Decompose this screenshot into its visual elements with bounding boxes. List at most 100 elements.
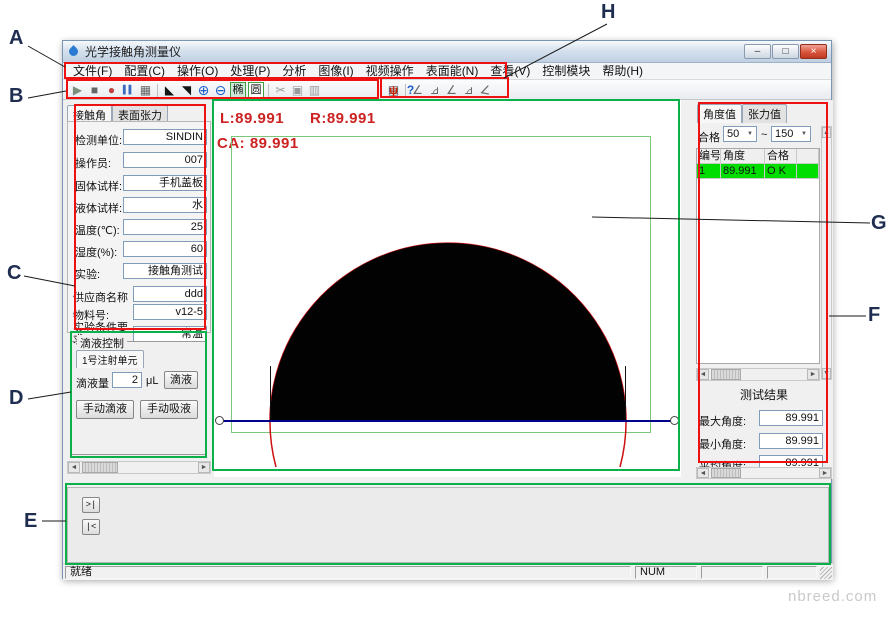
cut-icon[interactable]: ✂ xyxy=(272,82,289,98)
tab-injection-unit-1[interactable]: 1号注射单元 xyxy=(76,350,144,368)
zoom-in-icon[interactable]: ⊕ xyxy=(195,82,212,98)
menu-operate[interactable]: 操作(O) xyxy=(171,63,224,79)
table-hscrollbar[interactable]: ◄ ► xyxy=(696,368,820,381)
angle-table[interactable]: 编号 角度 合格 1 89.991 O K xyxy=(696,148,820,364)
results-panel: 角度值 张力值 合格 50 ▼ ~ 150 ▼ 编号 角度 合格 xyxy=(695,100,833,479)
table-row[interactable]: 1 89.991 O K xyxy=(697,164,819,179)
scroll-right-icon[interactable]: ► xyxy=(819,468,831,478)
tab-tension-value[interactable]: 张力值 xyxy=(742,104,787,123)
max-angle-value[interactable]: 89.991 xyxy=(759,410,823,426)
close-button[interactable]: × xyxy=(800,44,827,59)
left-panel-hscrollbar[interactable]: ◄ ► xyxy=(67,461,211,474)
scroll-right-icon[interactable]: ► xyxy=(198,462,210,473)
annotation-line-a xyxy=(28,46,65,67)
baseline-handle-right[interactable] xyxy=(670,416,679,425)
material-no-input[interactable]: v12-5 xyxy=(133,304,207,320)
menu-file[interactable]: 文件(F) xyxy=(67,63,118,79)
contact-point-tick-left xyxy=(270,366,271,421)
menu-process[interactable]: 处理(P) xyxy=(224,63,276,79)
condition-input[interactable]: 常温 xyxy=(133,326,207,342)
paste-icon[interactable]: ▥ xyxy=(306,82,323,98)
menu-view[interactable]: 查看(V) xyxy=(484,63,536,79)
zoom-out-icon[interactable]: ⊖ xyxy=(212,82,229,98)
watermark: nbreed.com xyxy=(788,588,877,605)
stop-icon[interactable]: ■ xyxy=(86,82,103,98)
angle-tool-icon-3[interactable]: ∠ xyxy=(443,82,460,98)
drip-volume-input[interactable]: 2 xyxy=(112,372,142,388)
ellipse-fit-button[interactable]: 椭 xyxy=(230,82,246,98)
material-no-label: 物料号: xyxy=(73,307,109,323)
solid-sample-input[interactable]: 手机盖板 xyxy=(123,175,207,191)
manual-hand-icon[interactable]: ψ xyxy=(385,82,402,98)
menu-image[interactable]: 图像(I) xyxy=(312,63,359,79)
menu-help[interactable]: 帮助(H) xyxy=(596,63,649,79)
results-hscrollbar[interactable]: ◄ ► xyxy=(696,467,832,479)
menu-control-module[interactable]: 控制模块 xyxy=(536,63,596,79)
manual-drip-button[interactable]: 手动滴液 xyxy=(76,400,134,419)
step-back-button[interactable]: |< xyxy=(82,519,100,535)
annotation-letter-c: C xyxy=(7,262,21,285)
menu-surface-energy[interactable]: 表面能(N) xyxy=(420,63,485,79)
scroll-thumb[interactable] xyxy=(711,468,741,478)
contact-point-tick-right xyxy=(625,366,626,421)
baseline[interactable] xyxy=(222,420,674,422)
scroll-up-icon[interactable]: ▲ xyxy=(822,127,831,138)
dropdown-icon[interactable]: ▼ xyxy=(747,127,753,141)
menu-config[interactable]: 配置(C) xyxy=(118,63,171,79)
operator-input[interactable]: 007 xyxy=(123,152,207,168)
angle-tool-icon-4[interactable]: ⊾ xyxy=(460,82,477,98)
cell-extra xyxy=(797,164,819,179)
menu-analyze[interactable]: 分析 xyxy=(276,63,312,79)
maximize-button[interactable]: □ xyxy=(772,44,799,59)
supplier-input[interactable]: ddd xyxy=(133,286,207,302)
experiment-label: 实验: xyxy=(75,266,100,282)
scroll-left-icon[interactable]: ◄ xyxy=(68,462,80,473)
scroll-left-icon[interactable]: ◄ xyxy=(697,369,709,380)
statusbar: 就绪 NUM xyxy=(63,563,833,580)
play-icon[interactable]: ▶ xyxy=(69,82,86,98)
camera-icon-2[interactable]: ◥ xyxy=(178,82,195,98)
scroll-right-icon[interactable]: ► xyxy=(807,369,819,380)
circle-fit-button[interactable]: 圆 xyxy=(248,82,264,98)
angle-tool-icon-1[interactable]: ∠ xyxy=(409,82,426,98)
temperature-input[interactable]: 25 xyxy=(123,219,207,235)
toolbar-separator xyxy=(405,84,406,97)
pause-icon[interactable]: ▌▌ xyxy=(120,82,137,98)
annotation-letter-h: H xyxy=(601,1,615,24)
table-vscrollbar[interactable]: ▲ ▼ xyxy=(821,126,832,380)
manual-suck-button[interactable]: 手动吸液 xyxy=(140,400,198,419)
scroll-thumb[interactable] xyxy=(82,462,118,473)
annotation-letter-g: G xyxy=(871,212,887,235)
minimize-button[interactable]: – xyxy=(744,44,771,59)
copy-icon[interactable]: ▣ xyxy=(289,82,306,98)
range-min-select[interactable]: 50 ▼ xyxy=(723,126,757,142)
angle-tool-icon-5[interactable]: ∠ xyxy=(476,81,496,100)
drip-button[interactable]: 滴液 xyxy=(164,371,198,389)
baseline-handle-left[interactable] xyxy=(215,416,224,425)
liquid-sample-input[interactable]: 水 xyxy=(123,197,207,213)
angle-tool-icon-2[interactable]: ⊾ xyxy=(426,82,443,98)
humidity-input[interactable]: 60 xyxy=(123,241,207,257)
window-title: 光学接触角测量仪 xyxy=(85,43,181,60)
dropdown-icon[interactable]: ▼ xyxy=(801,127,807,141)
image-view[interactable]: L:89.991 R:89.991 CA: 89.991 xyxy=(214,100,681,477)
detection-unit-input[interactable]: SINDIN xyxy=(123,129,207,145)
frame-grid-icon[interactable]: ▦ xyxy=(137,82,154,98)
solid-sample-label: 固体试样: xyxy=(75,178,122,194)
scroll-left-icon[interactable]: ◄ xyxy=(697,468,709,478)
scroll-thumb[interactable] xyxy=(711,369,741,380)
scroll-down-icon[interactable]: ▼ xyxy=(822,368,831,379)
cell-qualified: O K xyxy=(765,164,797,179)
record-icon[interactable]: ● xyxy=(103,82,120,98)
step-forward-button[interactable]: >| xyxy=(82,497,100,513)
col-id: 编号 xyxy=(697,149,721,164)
range-max-select[interactable]: 150 ▼ xyxy=(771,126,811,142)
annotation-letter-f: F xyxy=(868,304,880,327)
min-angle-value[interactable]: 89.991 xyxy=(759,433,823,449)
titlebar[interactable]: 光学接触角测量仪 – □ × xyxy=(63,41,831,63)
experiment-input[interactable]: 接触角测试 xyxy=(123,263,207,279)
menu-video[interactable]: 视频操作 xyxy=(360,63,420,79)
camera-icon-1[interactable]: ◣ xyxy=(161,82,178,98)
tab-angle-value[interactable]: 角度值 xyxy=(697,104,742,123)
resize-grip[interactable] xyxy=(820,567,832,579)
